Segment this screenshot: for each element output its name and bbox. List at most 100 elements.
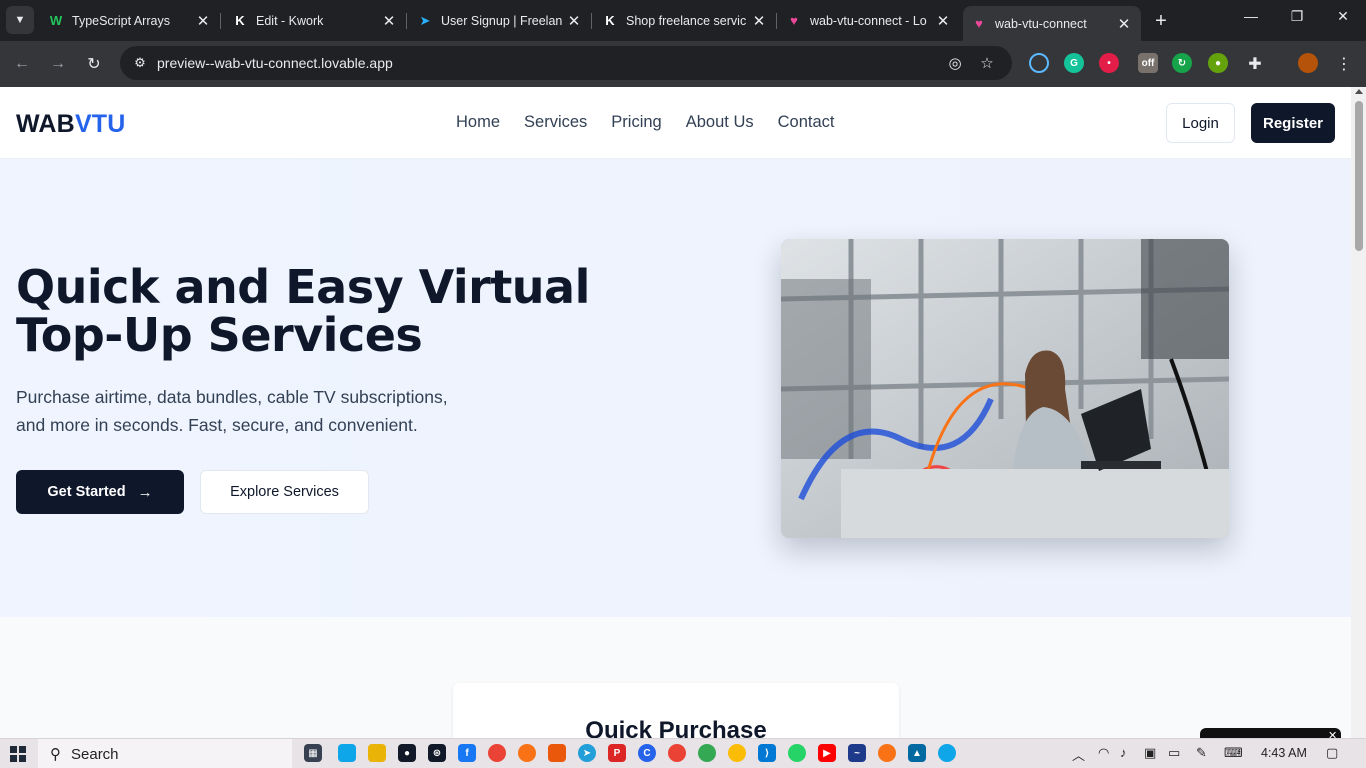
volume-icon[interactable]: ♪ (1120, 745, 1127, 760)
scroll-up-arrow-icon[interactable] (1355, 89, 1363, 94)
github-icon[interactable]: ● (398, 744, 416, 762)
hero-photo-illustration (781, 239, 1229, 538)
chatgpt-icon[interactable]: ⊛ (428, 744, 446, 762)
browser-tab[interactable]: K Edit - Kwork ✕ (224, 6, 407, 35)
lovable-heart-icon: ♥ (975, 16, 983, 31)
nav-pricing[interactable]: Pricing (611, 113, 661, 132)
start-tile (10, 755, 17, 762)
whatsapp-icon[interactable] (788, 744, 806, 762)
close-icon[interactable]: ✕ (380, 12, 398, 30)
pen-icon[interactable]: ✎ (1196, 745, 1207, 761)
telegram-icon[interactable]: ➤ (578, 744, 596, 762)
hero-image-lab-engineer (781, 239, 1229, 538)
register-button[interactable]: Register (1251, 103, 1335, 143)
facebook-icon[interactable]: f (458, 744, 476, 762)
search-icon: ⚲ (50, 746, 61, 763)
kebab-menu-icon[interactable]: ⋮ (1332, 52, 1356, 76)
close-icon[interactable]: ✕ (1328, 729, 1337, 738)
close-icon[interactable]: ✕ (565, 12, 583, 30)
start-tile (10, 746, 17, 753)
minimize-icon[interactable]: — (1236, 8, 1266, 24)
nav-about-us[interactable]: About Us (686, 113, 754, 132)
app-icon[interactable] (548, 744, 566, 762)
extension-bell-icon[interactable]: • (1099, 53, 1119, 73)
chrome-icon[interactable] (728, 744, 746, 762)
back-arrow-icon[interactable]: ← (10, 52, 34, 76)
browser-tab-strip: ▼ W TypeScript Arrays ✕ K Edit - Kwork ✕… (0, 0, 1366, 41)
chrome-icon[interactable] (668, 744, 686, 762)
site-logo[interactable]: WABVTU (16, 110, 126, 139)
extension-refresh-icon[interactable] (1029, 53, 1049, 73)
grammarly-icon[interactable]: G (1064, 53, 1084, 73)
chevron-down-icon: ▼ (14, 14, 26, 26)
extension-off-icon[interactable]: off (1138, 53, 1158, 73)
chevron-up-icon[interactable]: ︿ (1072, 745, 1085, 764)
get-started-label: Get Started (47, 484, 126, 500)
tab-title: Shop freelance servic (626, 13, 747, 28)
url-text[interactable]: preview--wab-vtu-connect.lovable.app (157, 55, 393, 71)
scroll-thumb[interactable] (1355, 101, 1363, 251)
app-icon[interactable] (518, 744, 536, 762)
browser-tab[interactable]: ♥ wab-vtu-connect - Lo ✕ (778, 6, 960, 35)
extension-sync-icon[interactable]: ↻ (1172, 53, 1192, 73)
address-bar[interactable]: ⚙ preview--wab-vtu-connect.lovable.app ◎… (120, 46, 1012, 80)
camera-icon[interactable]: ▣ (1144, 745, 1156, 761)
battery-icon[interactable]: ▭ (1168, 745, 1180, 761)
firefox-icon[interactable] (878, 744, 896, 762)
browser-tab[interactable]: W TypeScript Arrays ✕ (40, 6, 221, 35)
login-button[interactable]: Login (1166, 103, 1235, 143)
quick-purchase-card: Quick Purchase (453, 683, 899, 738)
app-icon[interactable]: ~ (848, 744, 866, 762)
kwork-icon: K (605, 13, 615, 28)
widgets-icon[interactable] (338, 744, 356, 762)
nav-contact[interactable]: Contact (778, 113, 835, 132)
close-icon[interactable]: ✕ (934, 12, 952, 30)
bookmark-star-icon[interactable]: ☆ (978, 54, 996, 72)
forward-arrow-icon[interactable]: → (46, 52, 70, 76)
edge-icon[interactable] (938, 744, 956, 762)
extension-pin-icon[interactable]: ● (1208, 53, 1228, 73)
reload-icon[interactable]: ↻ (82, 52, 106, 76)
eye-off-icon[interactable]: ◎ (946, 54, 964, 72)
window-close-icon[interactable]: ✕ (1328, 8, 1358, 25)
puzzle-extensions-icon[interactable]: ✚ (1243, 52, 1267, 76)
close-icon[interactable]: ✕ (1115, 15, 1133, 33)
kwork-icon: K (235, 13, 245, 28)
tab-title: Edit - Kwork (256, 13, 324, 28)
browser-tab[interactable]: K Shop freelance servic ✕ (594, 6, 777, 35)
taskbar-clock[interactable]: 4:43 AM (1261, 746, 1307, 760)
windows-start-icon[interactable] (10, 746, 26, 762)
site-info-icon[interactable]: ⚙ (130, 53, 150, 73)
taskbar-search-box[interactable]: ⚲ Search (38, 739, 292, 768)
vscode-icon[interactable]: ⟩ (758, 744, 776, 762)
youtube-icon[interactable]: ▶ (818, 744, 836, 762)
page-scrollbar[interactable] (1351, 87, 1366, 738)
start-tile (19, 746, 26, 753)
profile-avatar[interactable] (1298, 53, 1318, 73)
site-header: WABVTU Home Services Pricing About Us Co… (0, 87, 1351, 159)
browser-tab[interactable]: ➤ User Signup | Freelan ✕ (409, 6, 592, 35)
app-icon[interactable]: P (608, 744, 626, 762)
task-view-icon[interactable]: ▦ (304, 744, 322, 762)
tab-separator (591, 13, 592, 29)
chrome-icon[interactable] (488, 744, 506, 762)
tab-search-button[interactable]: ▼ (6, 6, 34, 34)
file-explorer-icon[interactable] (368, 744, 386, 762)
nav-home[interactable]: Home (456, 113, 500, 132)
close-icon[interactable]: ✕ (194, 12, 212, 30)
explore-services-button[interactable]: Explore Services (200, 470, 369, 514)
chrome-icon[interactable] (698, 744, 716, 762)
restore-icon[interactable]: ❐ (1282, 8, 1312, 25)
floating-badge[interactable] (1200, 728, 1341, 738)
get-started-button[interactable]: Get Started → (16, 470, 184, 514)
close-icon[interactable]: ✕ (750, 12, 768, 30)
nav-services[interactable]: Services (524, 113, 587, 132)
app-icon[interactable]: C (638, 744, 656, 762)
taskbar-search-label: Search (71, 745, 119, 763)
notifications-icon[interactable]: ▢ (1326, 745, 1338, 761)
wifi-icon[interactable]: ◠ (1098, 745, 1109, 761)
keyboard-icon[interactable]: ⌨ (1224, 745, 1243, 761)
photos-icon[interactable]: ▲ (908, 744, 926, 762)
browser-tab-active[interactable]: ♥ wab-vtu-connect ✕ (963, 6, 1141, 41)
new-tab-plus-icon[interactable]: + (1150, 10, 1172, 33)
